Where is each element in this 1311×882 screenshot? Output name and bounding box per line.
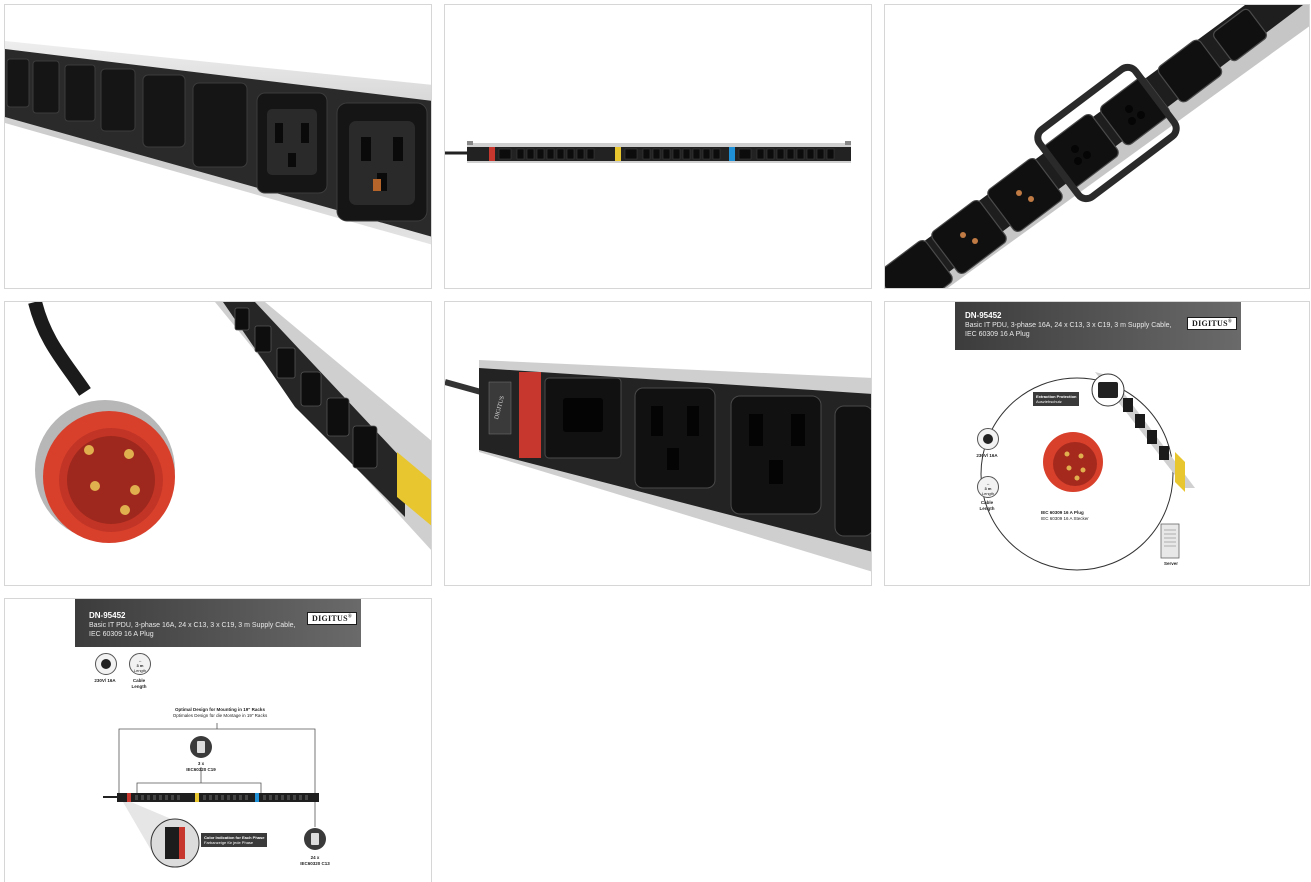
locking-frame-photo — [885, 5, 1309, 288]
gallery-image-infographic-extraction[interactable]: DN-95452 Basic IT PDU, 3-phase 16A, 24 x… — [884, 301, 1310, 586]
full-strip-photo — [445, 141, 851, 163]
extraction-diagram — [980, 372, 1195, 571]
gallery-image-sockets-closeup[interactable] — [4, 4, 432, 289]
cable-length-label: Cable Length — [979, 500, 995, 511]
c13-count-label: 24 x IEC60320 C13 — [300, 855, 330, 866]
voltage-label: 230V/ 16A — [976, 453, 998, 458]
cable-length-icon: ↔ 3 m Length — [977, 476, 999, 498]
gallery-image-red-plug[interactable] — [4, 301, 432, 586]
red-plug-photo — [28, 302, 431, 550]
gallery-image-locking-frame[interactable] — [884, 4, 1310, 289]
extraction-protection-callout: Extraction Protection Auszieh­schutz — [1033, 392, 1080, 406]
gallery-image-full-strip[interactable] — [444, 4, 872, 289]
gallery-image-pdu-end[interactable]: DIGITUS — [444, 301, 872, 586]
phase-color-callout: Color Indication for Each Phase Farbanzei… — [201, 833, 268, 847]
server-label: Server — [1163, 561, 1178, 566]
c19-count-label: 3 x IEC60320 C19 — [186, 761, 216, 772]
sockets-closeup-photo — [5, 41, 431, 245]
plug-icon — [977, 428, 999, 450]
plug-label: IEC 60309 16 A Plug IEC 60309 16 A Stecke… — [1041, 510, 1089, 521]
pdu-end-photo: DIGITUS — [445, 360, 871, 572]
gallery-image-infographic-rack[interactable]: DN-95452 Basic IT PDU, 3-phase 16A, 24 x… — [4, 598, 432, 882]
